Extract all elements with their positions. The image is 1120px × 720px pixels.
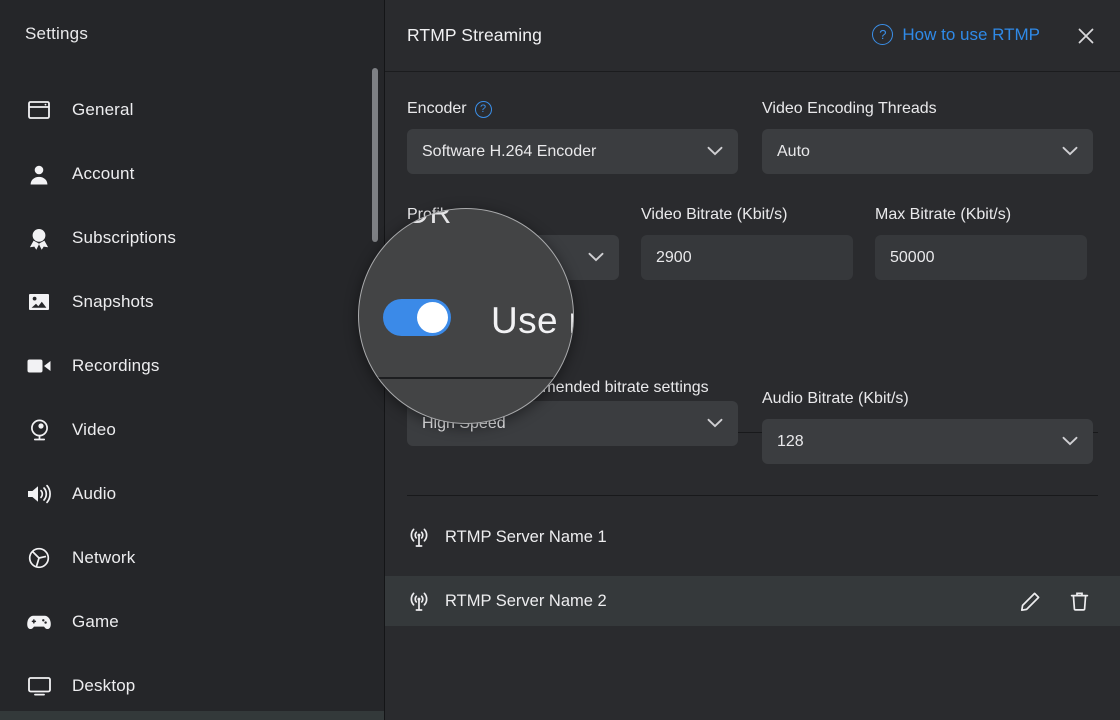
sidebar-item-label: Desktop <box>72 676 135 696</box>
server-name: RTMP Server Name 2 <box>445 592 607 611</box>
sidebar-title: Settings <box>25 24 88 44</box>
sidebar-item-label: General <box>72 100 134 120</box>
sidebar-item-label: Account <box>72 164 134 184</box>
sidebar-item-label: Recordings <box>72 356 160 376</box>
sidebar-item-desktop[interactable]: Desktop <box>0 654 385 718</box>
max-bitrate-value: 50000 <box>890 249 1072 267</box>
sidebar-item-label: Game <box>72 612 119 632</box>
chevron-down-icon <box>1062 433 1078 451</box>
encoder-field: Encoder ? Software H.264 Encoder <box>407 100 738 174</box>
sidebar-item-recordings[interactable]: Recordings <box>0 334 385 398</box>
video-bitrate-label-wrap: Video Bitrate (Kbit/s) <box>641 206 853 224</box>
sidebar-item-label: Snapshots <box>72 292 154 312</box>
video-bitrate-label: Video Bitrate (Kbit/s) <box>641 206 787 224</box>
video-encoding-threads-value: Auto <box>777 143 1054 161</box>
chevron-down-icon <box>1062 143 1078 161</box>
magnified-toggle[interactable] <box>383 299 451 336</box>
page-title: RTMP Streaming <box>407 25 542 46</box>
sidebar-item-general[interactable]: General <box>0 78 385 142</box>
audio-bitrate-label: Audio Bitrate (Kbit/s) <box>762 390 909 408</box>
sidebar-item-label: Audio <box>72 484 116 504</box>
audio-bitrate-field: Audio Bitrate (Kbit/s) 128 <box>762 390 1093 464</box>
how-to-use-rtmp-link[interactable]: ? How to use RTMP <box>872 24 1040 45</box>
award-icon <box>25 225 53 251</box>
window-icon <box>25 97 53 123</box>
sidebar-item-audio[interactable]: Audio <box>0 462 385 526</box>
sidebar-nav: General Account Subscriptions <box>0 78 385 718</box>
settings-window: Settings General Account <box>0 0 1120 720</box>
video-bitrate-input[interactable]: 2900 <box>641 235 853 280</box>
table-row[interactable]: RTMP Server Name 1 <box>385 512 1120 562</box>
gamepad-icon <box>25 609 53 635</box>
sidebar-item-snapshots[interactable]: Snapshots <box>0 270 385 334</box>
close-icon[interactable] <box>1074 24 1098 48</box>
image-icon <box>25 289 53 315</box>
sidebar-item-video[interactable]: Video <box>0 398 385 462</box>
table-row[interactable]: RTMP Server Name 2 <box>385 576 1120 626</box>
video-encoding-threads-label: Video Encoding Threads <box>762 100 937 118</box>
sidebar-item-game[interactable]: Game <box>0 590 385 654</box>
video-bitrate-value: 2900 <box>656 249 838 267</box>
encoder-row: Encoder ? Software H.264 Encoder Video E… <box>407 100 1093 174</box>
max-bitrate-label: Max Bitrate (Kbit/s) <box>875 206 1011 224</box>
speaker-icon <box>25 481 53 507</box>
video-encoding-threads-label-wrap: Video Encoding Threads <box>762 100 1093 118</box>
video-encoding-threads-field: Video Encoding Threads Auto <box>762 100 1093 174</box>
panel-header: RTMP Streaming ? How to use RTMP <box>385 0 1120 72</box>
chevron-down-icon <box>707 143 723 161</box>
sidebar-item-label: Network <box>72 548 135 568</box>
video-bitrate-field: Video Bitrate (Kbit/s) 2900 <box>641 206 853 280</box>
chevron-down-icon <box>707 415 723 433</box>
server-name: RTMP Server Name 1 <box>445 528 607 547</box>
max-bitrate-label-wrap: Max Bitrate (Kbit/s) <box>875 206 1087 224</box>
question-circle-icon[interactable]: ? <box>475 101 492 118</box>
video-encoding-threads-select[interactable]: Auto <box>762 129 1093 174</box>
chevron-down-icon <box>588 249 604 267</box>
magnified-toggle-knob <box>417 302 448 333</box>
how-to-use-rtmp-label: How to use RTMP <box>902 25 1040 45</box>
webcam-icon <box>25 417 53 443</box>
encoder-value: Software H.264 Encoder <box>422 143 699 161</box>
max-bitrate-field: Max Bitrate (Kbit/s) 50000 <box>875 206 1087 280</box>
sidebar-item-label: Video <box>72 420 116 440</box>
audio-bitrate-label-wrap: Audio Bitrate (Kbit/s) <box>762 390 1093 408</box>
magnifier-content: DR Use recommended bitrate settings <box>359 209 574 424</box>
video-camera-icon <box>25 353 53 379</box>
sidebar-item-subscriptions[interactable]: Subscriptions <box>0 206 385 270</box>
person-icon <box>25 161 53 187</box>
max-bitrate-input[interactable]: 50000 <box>875 235 1087 280</box>
audio-bitrate-value: 128 <box>777 433 1054 451</box>
broadcast-icon <box>407 525 431 549</box>
encoder-select[interactable]: Software H.264 Encoder <box>407 129 738 174</box>
divider <box>407 495 1098 496</box>
globe-icon <box>25 545 53 571</box>
encoder-label-wrap: Encoder ? <box>407 100 738 118</box>
question-circle-icon: ? <box>872 24 893 45</box>
encoder-label: Encoder <box>407 100 467 118</box>
settings-sidebar: Settings General Account <box>0 0 385 720</box>
audio-bitrate-select[interactable]: 128 <box>762 419 1093 464</box>
magnified-toggle-label: Use recommended bitrate settings <box>491 300 574 342</box>
magnifier-lens: DR Use recommended bitrate settings <box>358 208 574 424</box>
sidebar-item-label: Subscriptions <box>72 228 176 248</box>
sidebar-item-account[interactable]: Account <box>0 142 385 206</box>
broadcast-icon <box>407 589 431 613</box>
magnifier-clipped-label: DR <box>407 208 452 231</box>
row-actions <box>1020 591 1120 612</box>
sidebar-bottom-strip <box>0 711 385 720</box>
sidebar-item-network[interactable]: Network <box>0 526 385 590</box>
pencil-icon[interactable] <box>1020 591 1041 612</box>
monitor-icon <box>25 673 53 699</box>
magnified-divider <box>359 377 574 379</box>
trash-icon[interactable] <box>1069 591 1090 612</box>
